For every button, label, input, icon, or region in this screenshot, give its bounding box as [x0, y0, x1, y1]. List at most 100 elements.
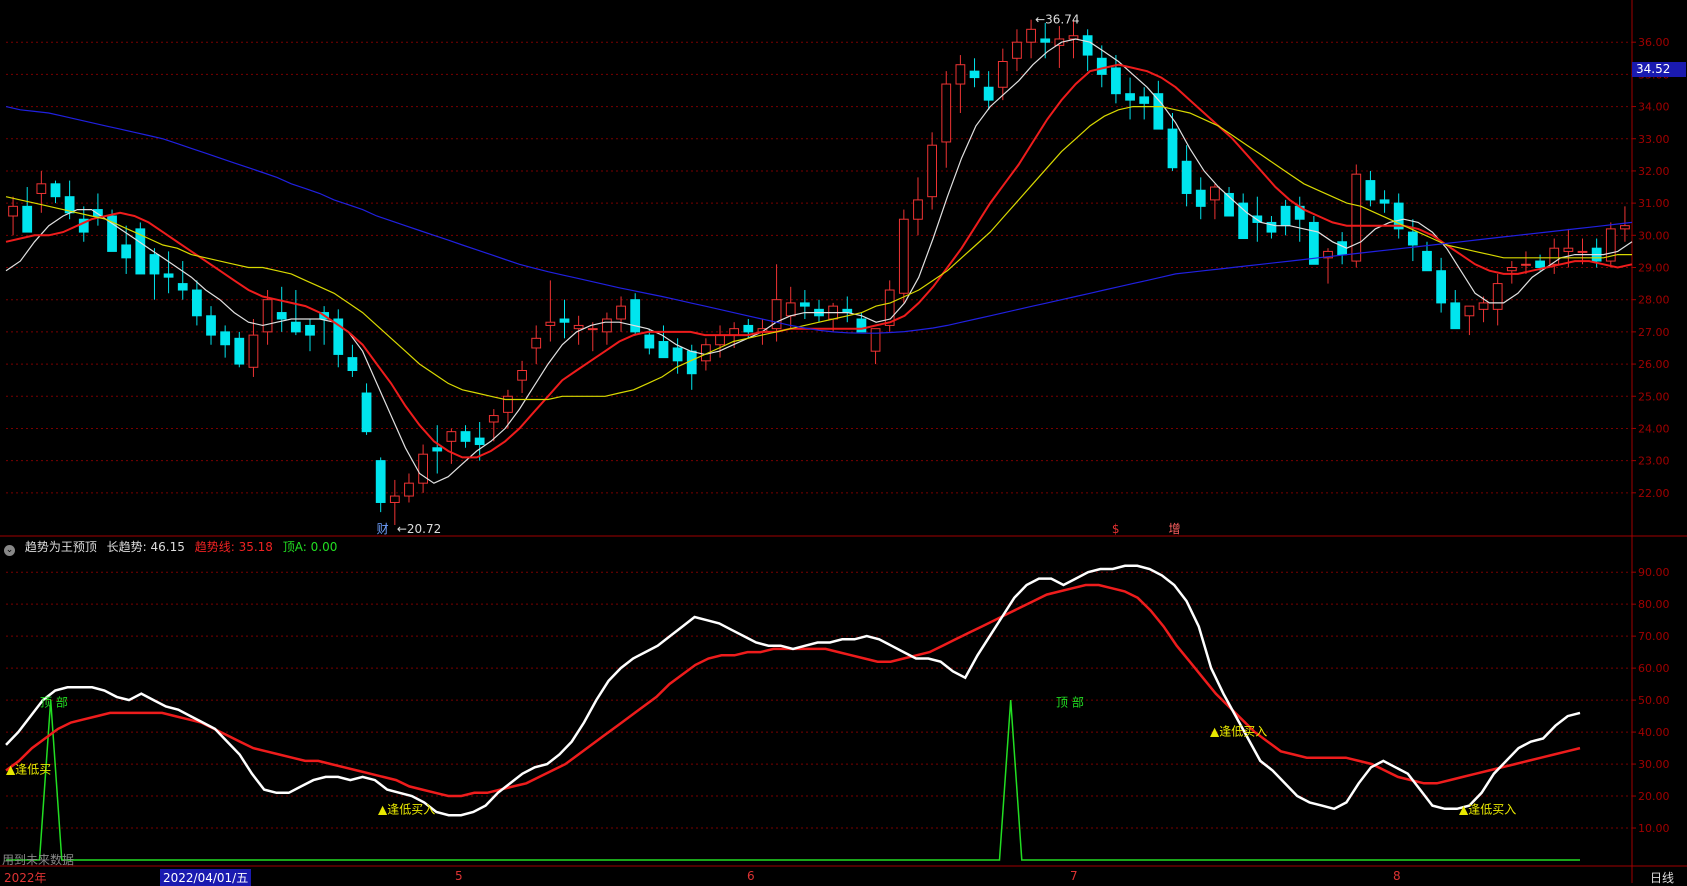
- candle-body: [1153, 93, 1164, 130]
- candle-body: [969, 70, 980, 79]
- candle-body: [602, 318, 612, 333]
- candle-body: [474, 437, 485, 446]
- candle-body: [262, 299, 273, 333]
- indicator-tick-label: 30.00: [1638, 758, 1670, 771]
- candle-body: [1351, 173, 1362, 262]
- candle-body: [488, 415, 499, 423]
- candle-body: [913, 199, 923, 220]
- price-tick-label: 30.00: [1638, 229, 1670, 242]
- candle-body: [404, 482, 414, 497]
- candle-body: [1563, 247, 1574, 252]
- candle-body: [248, 334, 259, 368]
- indicator-menu-icon[interactable]: ⌄: [4, 545, 15, 556]
- x-label-month-7: 7: [1070, 869, 1078, 883]
- candle-body: [856, 318, 867, 333]
- candle-body: [93, 209, 103, 217]
- candle-body: [658, 341, 669, 359]
- x-label-cursor-date: 2022/04/01/五: [160, 869, 252, 886]
- candle-body: [785, 302, 796, 317]
- financial-report-marker: 财: [377, 522, 389, 536]
- indicator-annotation: ▲逢低买: [6, 763, 51, 777]
- candle-body: [1620, 225, 1630, 230]
- candle-body: [672, 347, 683, 362]
- indicator-annotation: ▲逢低买入: [378, 803, 435, 817]
- candle-body: [163, 273, 174, 278]
- candle-body: [418, 453, 428, 484]
- candle-body: [432, 447, 443, 452]
- indicator-tick-label: 80.00: [1638, 598, 1670, 611]
- candle-body: [587, 328, 598, 331]
- candle-body: [220, 331, 231, 346]
- candle-body: [898, 218, 909, 294]
- indicator-tick-label: 20.00: [1638, 790, 1670, 803]
- candle-body: [1379, 199, 1390, 204]
- candle-body: [531, 337, 542, 349]
- top-a-signal-line: [6, 700, 1580, 861]
- high-price-label: ←36.74: [1035, 13, 1079, 27]
- candle-body: [573, 324, 584, 330]
- candle-body: [50, 183, 61, 198]
- low-price-label: ←20.72: [397, 522, 441, 536]
- candle-body: [1096, 57, 1107, 75]
- price-tick-label: 29.00: [1638, 262, 1670, 275]
- candle-body: [191, 289, 202, 317]
- candle-body: [1450, 302, 1461, 330]
- candle-body: [149, 254, 160, 275]
- price-tick-label: 36.00: [1638, 36, 1670, 49]
- candle-body: [1139, 96, 1150, 104]
- candle-body: [206, 315, 216, 336]
- candle-body: [361, 392, 372, 433]
- candle-body: [1280, 205, 1291, 227]
- candle-body: [1026, 28, 1036, 43]
- chart-canvas[interactable]: 36.0035.0034.0033.0032.0031.0030.0029.00…: [0, 0, 1687, 883]
- candle-body: [927, 144, 937, 198]
- price-tick-label: 25.00: [1638, 390, 1670, 403]
- candle-body: [1521, 263, 1531, 266]
- candle-body: [1125, 93, 1135, 101]
- candle-body: [1195, 189, 1206, 207]
- candle-body: [347, 357, 358, 371]
- candle-body: [36, 183, 47, 194]
- candle-body: [955, 64, 966, 85]
- price-tick-label: 28.00: [1638, 294, 1670, 307]
- x-label-year: 2022年: [4, 871, 47, 885]
- indicator-tick-label: 10.00: [1638, 822, 1670, 835]
- indicator-tick-label: 40.00: [1638, 726, 1670, 739]
- price-tick-label: 31.00: [1638, 197, 1670, 210]
- indicator-name[interactable]: 趋势为王预顶: [25, 540, 97, 554]
- candle-body: [389, 495, 400, 503]
- candle-body: [1577, 250, 1588, 253]
- share-increase-marker: 增: [1168, 522, 1180, 536]
- candle-body: [1422, 250, 1432, 272]
- price-tick-label: 33.00: [1638, 133, 1670, 146]
- moving-average-line: [5, 38, 1633, 484]
- candle-body: [686, 350, 697, 375]
- candle-body: [177, 283, 188, 291]
- future-data-note: 用到未来数据: [2, 853, 75, 867]
- moving-average-line: [5, 63, 1633, 459]
- candle-body: [446, 431, 457, 442]
- candle-body: [1012, 41, 1022, 59]
- candle-body: [1167, 128, 1178, 169]
- candle-body: [715, 334, 725, 346]
- candle-body: [1210, 186, 1220, 201]
- candle-body: [1436, 270, 1447, 304]
- trend-line-value: 趋势线: 35.18: [194, 540, 273, 554]
- candle-body: [616, 305, 626, 320]
- candle-body: [503, 395, 513, 413]
- dividend-marker: $: [1112, 522, 1120, 536]
- top-a-value: 顶A: 0.00: [282, 540, 338, 554]
- candle-body: [1111, 67, 1121, 95]
- x-label-month-5: 5: [455, 869, 463, 883]
- candle-body: [743, 324, 754, 333]
- period-selector[interactable]: 日线: [1650, 869, 1674, 886]
- candle-body: [234, 337, 245, 365]
- candle-body: [997, 61, 1008, 88]
- candle-body: [1478, 302, 1489, 310]
- candle-body: [545, 321, 556, 326]
- candle-body: [983, 86, 994, 101]
- long-trend-value: 长趋势: 46.15: [106, 540, 185, 554]
- candle-body: [121, 244, 132, 259]
- indicator-tick-label: 50.00: [1638, 694, 1670, 707]
- candle-body: [460, 431, 471, 442]
